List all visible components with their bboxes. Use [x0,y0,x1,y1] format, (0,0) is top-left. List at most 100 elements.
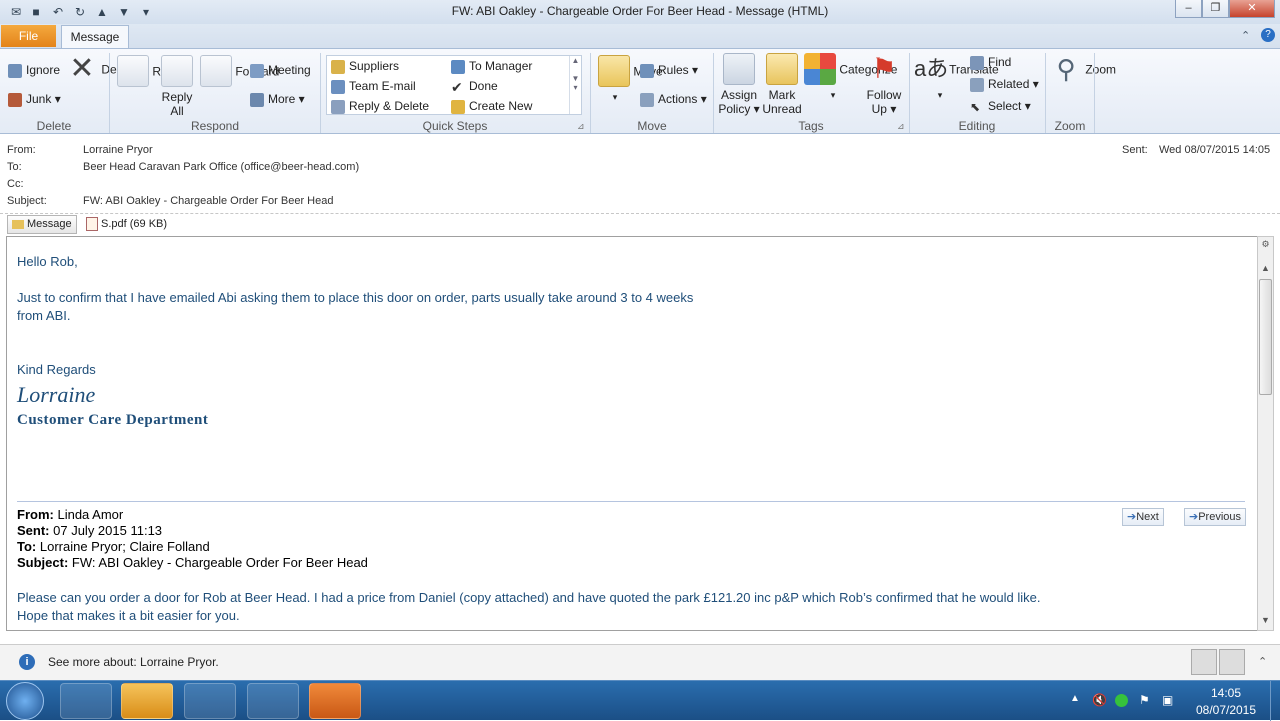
delete-button[interactable]: ✕ Delete [66,53,136,88]
assign-policy-button[interactable]: Assign Policy ▾ [718,53,760,116]
more-respond-button[interactable]: More ▾ [250,92,305,107]
show-desktop-button[interactable] [1270,681,1280,721]
envelope-icon [12,219,24,229]
quickstep-done[interactable]: ✔ Done [451,79,498,94]
reply-button[interactable]: Reply [117,55,183,90]
ribbon-tab-row [0,24,1280,48]
pdf-file-icon [86,217,98,231]
contact-photo-icon[interactable] [1219,649,1245,675]
categorize-button[interactable]: Categorize ▾ [804,53,897,102]
actions-icon [640,92,654,107]
pdf-attachment[interactable]: S.pdf (69 KB) [86,217,167,231]
envelope-icon [766,53,798,85]
outlook-taskbar-icon[interactable] [121,683,173,719]
quickstep-reply-delete[interactable]: Reply & Delete [331,99,429,114]
sage-taskbar-icon[interactable] [247,683,299,719]
junk-button[interactable]: Junk ▾ [8,92,61,107]
firefox-taskbar-icon[interactable] [184,683,236,719]
move-button[interactable]: Move ▾ [598,55,663,104]
vertical-scrollbar[interactable]: ⚙ ▲ ▼ [1257,236,1274,631]
clock-date[interactable]: 08/07/2015 [1193,703,1259,717]
move-folder-icon [598,55,630,87]
minimize-ribbon-icon[interactable]: ⌃ [1241,29,1250,42]
message-header: From: Lorraine Pryor To: Beer Head Carav… [0,134,1280,214]
reply-icon [117,55,149,87]
message-attachment-tab[interactable]: Message [7,215,77,234]
forward-icon [200,55,232,87]
gallery-scroll[interactable]: ▲ ▼ ▾ [569,56,581,114]
previous-button[interactable]: ➔Previous [1184,508,1247,526]
translate-button[interactable]: aあ Translate ▾ [914,53,999,102]
volume-icon[interactable]: 🔇 [1092,693,1107,707]
reply-all-icon [161,55,193,87]
close-button[interactable]: ✕ [1229,0,1275,18]
meeting-button[interactable]: Meeting [250,63,311,78]
find-button[interactable]: Find [970,55,1011,70]
related-button[interactable]: Related ▾ [970,77,1039,92]
divider [17,501,1245,502]
status-icon[interactable] [1115,694,1128,707]
next-button[interactable]: ➔Next [1122,508,1164,526]
expand-pane-icon[interactable]: ⌃ [1258,655,1267,668]
lightning-icon [451,99,465,114]
group-label-tags: Tags [798,119,824,133]
scroll-settings-icon[interactable]: ⚙ [1259,239,1272,252]
regards: Kind Regards [17,362,96,377]
info-icon: i [19,654,35,670]
quickstep-suppliers[interactable]: Suppliers [331,59,399,74]
quickstep-to-manager[interactable]: To Manager [451,59,532,74]
categorize-icon [804,53,836,85]
ignore-icon [8,63,22,78]
rules-button[interactable]: Rules ▾ [640,63,698,78]
to-manager-icon [451,59,465,74]
clock-time[interactable]: 14:05 [1199,686,1253,700]
contact-photo-icon[interactable] [1191,649,1217,675]
dialog-launcher-icon[interactable]: ⊿ [897,121,905,132]
scroll-thumb[interactable] [1259,279,1272,395]
reply-delete-icon [331,99,345,114]
mark-unread-button[interactable]: Mark Unread [762,53,802,116]
actions-button[interactable]: Actions ▾ [640,92,707,107]
scroll-up-arrow[interactable]: ▲ [1259,263,1272,276]
forwarded-sent: Sent: 07 July 2015 11:13 [17,523,163,538]
quickstep-team-email[interactable]: Team E-mail [331,79,416,94]
junk-icon [8,92,22,107]
message-body[interactable]: Hello Rob, Just to confirm that I have e… [6,236,1258,631]
taskbar: ▲ 🔇 ⚑ ▣ 14:05 08/07/2015 [0,680,1280,721]
from-value[interactable]: Lorraine Pryor [83,144,153,156]
tab-file[interactable]: File [1,25,56,47]
forward-button[interactable]: Forward [200,55,279,90]
zoom-button[interactable]: ⚲ Zoom [1050,53,1116,88]
help-icon[interactable]: ? [1261,28,1275,42]
subject-label: Subject: [7,195,47,207]
to-value[interactable]: Beer Head Caravan Park Office (office@be… [83,161,359,173]
policy-icon [723,53,755,85]
quickstep-create-new[interactable]: Create New [451,99,532,114]
pdf-taskbar-icon[interactable] [309,683,361,719]
follow-up-button[interactable]: ⚑ Follow Up ▾ [864,53,904,116]
select-button[interactable]: ⬉ Select ▾ [970,99,1031,114]
action-center-icon[interactable]: ⚑ [1139,693,1150,707]
ignore-button[interactable]: Ignore [8,63,60,78]
sent-value: Wed 08/07/2015 14:05 [1159,144,1271,156]
quick-steps-gallery: Suppliers Team E-mail Reply & Delete To … [326,55,582,115]
people-pane: i See more about: Lorraine Pryor. ⌃ [0,644,1280,680]
group-label-move: Move [637,119,667,133]
maximize-button[interactable]: ❐ [1202,0,1229,18]
window-title: FW: ABI Oakley - Chargeable Order For Be… [451,4,829,18]
see-more-about[interactable]: See more about: Lorraine Pryor. [48,655,219,669]
explorer-taskbar-icon[interactable] [60,683,112,719]
start-button[interactable] [6,682,44,720]
flag-icon: ⚑ [871,53,897,84]
network-icon[interactable]: ▣ [1162,693,1173,707]
reply-all-button[interactable]: Reply All [159,55,195,118]
group-label-delete: Delete [36,119,72,133]
dialog-launcher-icon[interactable]: ⊿ [577,121,585,132]
group-label-editing: Editing [958,119,996,133]
minimize-button[interactable]: – [1175,0,1202,18]
title-bar: ✉ ■ ↶ ↻ ▲ ▼ ▾ FW: ABI Oakley - Chargeabl… [0,0,1280,24]
sent-label: Sent: [1122,144,1148,156]
show-hidden-icons[interactable]: ▲ [1070,693,1080,704]
tab-message[interactable]: Message [61,25,129,49]
scroll-down-arrow[interactable]: ▼ [1259,615,1272,628]
